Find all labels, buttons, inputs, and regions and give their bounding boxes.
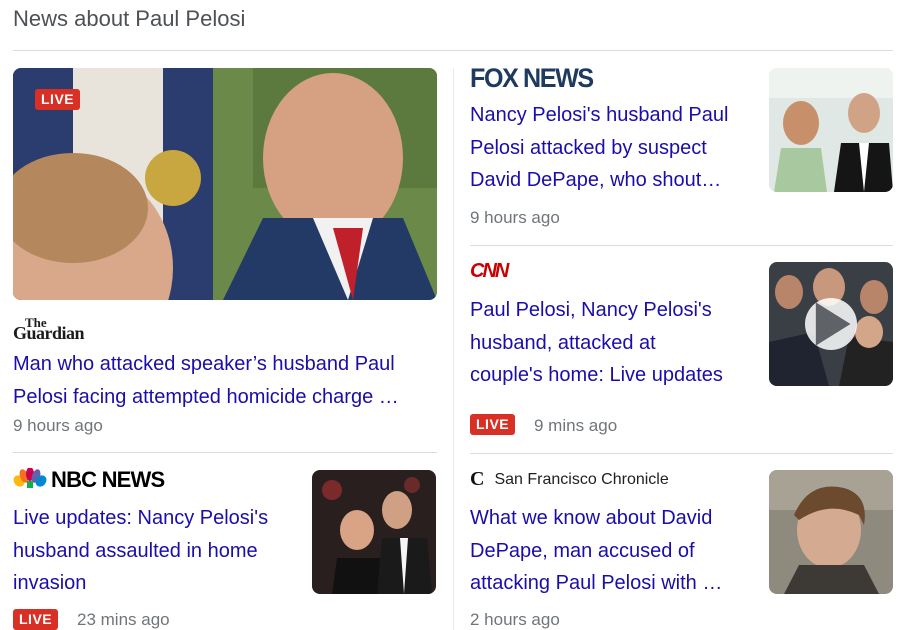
nbc-news-logo: NBC NEWS [13,466,165,493]
cnn-logo: CNN [470,260,509,282]
live-badge: LIVE [470,414,516,435]
article-video-thumbnail[interactable] [769,262,893,386]
article-headline[interactable]: What we know about David DePape, man acc… [470,502,760,600]
live-badge: LIVE [13,609,59,630]
article-image[interactable] [769,68,893,192]
article-headline[interactable]: Live updates: Nancy Pelosi's husband ass… [13,502,298,600]
guardian-logo: The Guardian [13,315,85,343]
article-image[interactable] [312,470,436,594]
news-card-nbc[interactable]: NBC NEWS Live updates: Nancy Pelosi's hu… [0,453,453,630]
article-time: 2 hours ago [470,610,560,629]
article-time: 9 hours ago [13,416,103,435]
sf-chronicle-logo: C San Francisco Chronicle [470,468,669,490]
news-card-guardian[interactable]: LIVE The Guardian Man who attacked speak… [0,0,453,450]
article-time: 23 mins ago [77,610,170,629]
article-time: 9 mins ago [534,416,618,435]
article-headline[interactable]: Nancy Pelosi's husband Paul Pelosi attac… [470,99,760,197]
news-card-sf-chronicle[interactable]: C San Francisco Chronicle What we know a… [454,453,907,630]
fox-news-logo: FOX NEWS [470,63,594,93]
article-time: 9 hours ago [470,208,560,227]
news-card-cnn[interactable]: CNN Paul Pelosi, Nancy Pelosi's husband,… [454,246,907,451]
peacock-icon [13,466,47,493]
live-badge: LIVE [35,89,81,110]
news-card-fox[interactable]: FOX NEWS Nancy Pelosi's husband Paul Pel… [454,0,907,245]
article-image[interactable] [769,470,893,594]
article-headline[interactable]: Paul Pelosi, Nancy Pelosi's husband, att… [470,294,760,392]
article-headline[interactable]: Man who attacked speaker’s husband Paul … [13,348,437,413]
play-icon[interactable] [805,298,857,350]
